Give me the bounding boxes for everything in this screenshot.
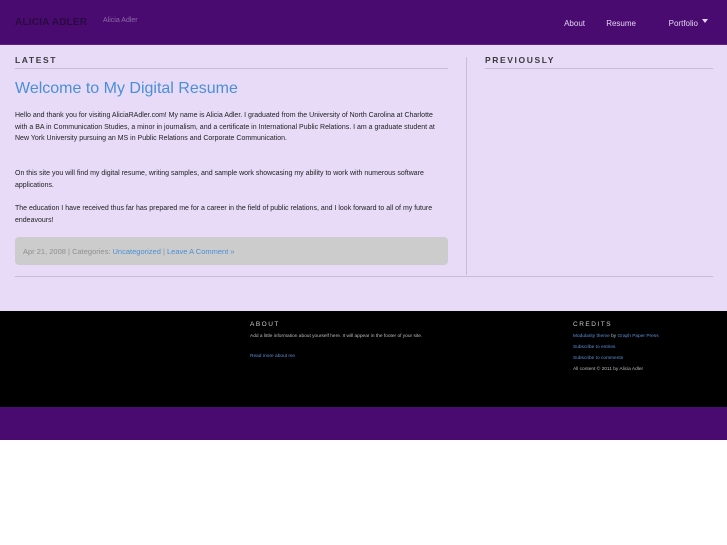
latest-divider <box>15 68 448 69</box>
credits-by-text: by <box>609 334 618 339</box>
column-divider <box>466 57 467 275</box>
leave-comment-link[interactable]: Leave A Comment » <box>167 247 235 256</box>
graph-paper-press-link[interactable]: Graph Paper Press <box>618 334 659 339</box>
footer-credits-heading: CREDITS <box>573 321 613 328</box>
nav-item-resume[interactable]: Resume <box>606 19 636 28</box>
header-bar: ALICIA ADLER Alicia Adler About Resume P… <box>0 0 727 45</box>
post-paragraph: The education I have received thus far h… <box>15 205 433 224</box>
theme-link[interactable]: Modularity theme <box>573 334 610 339</box>
post-paragraph: On this site you will find my digital re… <box>15 170 424 189</box>
previously-divider <box>485 68 713 69</box>
subscribe-comments-link[interactable]: Subscribe to comments <box>573 356 623 361</box>
previously-heading: PREVIOUSLY <box>485 55 556 65</box>
chevron-down-icon <box>702 19 708 23</box>
post-meta-box: Apr 21, 2008 | Categories: Uncategorized… <box>15 237 448 265</box>
nav-item-portfolio[interactable]: Portfolio <box>668 19 708 28</box>
footer: ABOUT Add a little information about you… <box>0 311 727 407</box>
copyright-text: All content © 2011 by Alicia Adler <box>573 367 644 372</box>
content-bottom-divider <box>15 276 713 277</box>
read-more-about-link[interactable]: Read more about me <box>250 354 295 359</box>
main-content: LATEST PREVIOUSLY Welcome to My Digital … <box>0 45 727 311</box>
post-date-categories: Apr 21, 2008 | Categories: <box>23 247 113 256</box>
bottom-bar <box>0 407 727 440</box>
site-title-link[interactable]: ALICIA ADLER <box>15 17 87 28</box>
post-title-link[interactable]: Welcome to My Digital Resume <box>15 80 238 98</box>
footer-about-text: Add a little information about yourself … <box>250 334 423 339</box>
credits-line: Modularity theme by Graph Paper Press <box>573 334 659 339</box>
nav-item-about[interactable]: About <box>564 19 585 28</box>
subscribe-entries-link[interactable]: Subscribe to entries <box>573 345 615 350</box>
site-description: Alicia Adler <box>103 17 138 24</box>
latest-heading: LATEST <box>15 55 58 65</box>
nav-item-portfolio-label: Portfolio <box>668 19 698 28</box>
category-link-uncategorized[interactable]: Uncategorized <box>113 247 161 256</box>
post-paragraph: Hello and thank you for visiting AliciaR… <box>15 112 435 142</box>
footer-about-heading: ABOUT <box>250 321 280 328</box>
